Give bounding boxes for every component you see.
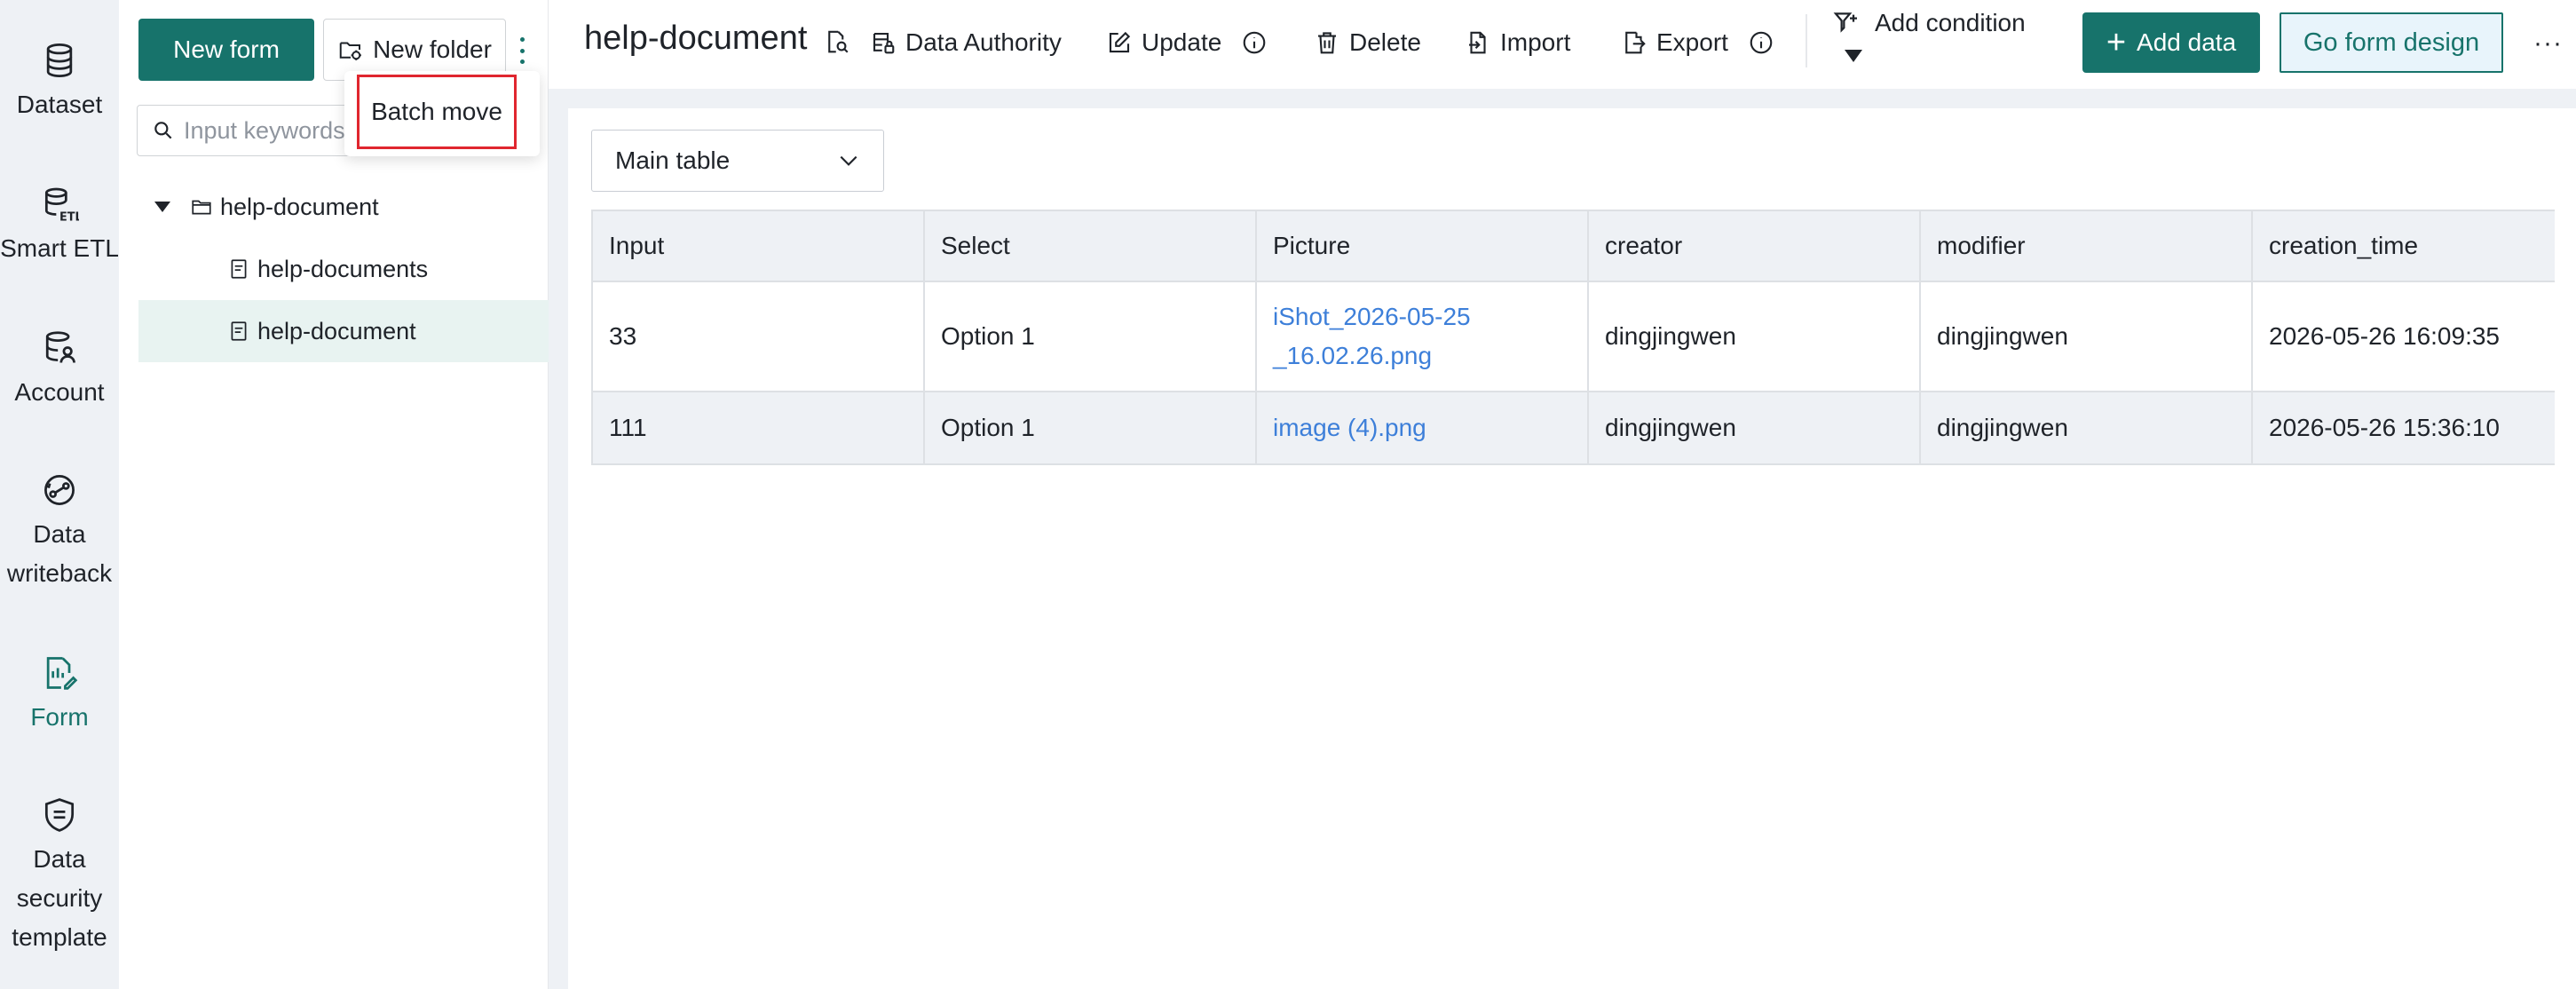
- info-icon[interactable]: [1748, 29, 1774, 56]
- add-data-label: Add data: [2137, 28, 2237, 56]
- import-button[interactable]: Import: [1465, 25, 1570, 60]
- add-condition-caret-icon[interactable]: [1845, 50, 1862, 62]
- update-label: Update: [1142, 28, 1222, 56]
- column-header[interactable]: creator: [1589, 211, 1921, 281]
- new-form-button[interactable]: New form: [138, 19, 314, 81]
- nav-item-form[interactable]: Form: [0, 653, 119, 737]
- top-toolbar: help-document Data Authority Update Dele…: [549, 0, 2576, 89]
- left-nav: Dataset ETL Smart ETL Account: [0, 0, 119, 989]
- caret-down-icon[interactable]: [154, 202, 170, 212]
- go-form-design-button[interactable]: Go form design: [2280, 12, 2503, 73]
- nav-label-smart-etl: Smart ETL: [0, 234, 119, 262]
- more-horizontal-icon[interactable]: ···: [2533, 28, 2563, 59]
- folder-settings-icon: [339, 42, 361, 60]
- nav-label-form: Form: [30, 703, 89, 731]
- filter-plus-icon: [1833, 12, 1857, 33]
- picture-link[interactable]: iShot_2026-05-25_16.02.26.png: [1257, 282, 1589, 391]
- tree-folder-row[interactable]: help-document: [138, 176, 549, 238]
- more-actions-menu: Batch move: [344, 71, 540, 156]
- trash-icon: [1318, 32, 1336, 54]
- page-title: help-document: [584, 20, 808, 57]
- nav-item-data-writeback[interactable]: Data writeback: [0, 471, 119, 593]
- delete-button[interactable]: Delete: [1314, 25, 1421, 60]
- data-authority-label: Data Authority: [905, 28, 1062, 56]
- add-condition-label: Add condition: [1875, 9, 2026, 36]
- form-file-icon: [231, 321, 247, 341]
- chevron-down-icon: [840, 155, 857, 166]
- import-icon: [1469, 31, 1486, 54]
- tree-item-label: help-documents: [257, 255, 429, 282]
- picture-link[interactable]: image (4).png: [1257, 392, 1589, 463]
- export-label: Export: [1656, 28, 1728, 56]
- form-file-icon: [231, 259, 247, 279]
- search-input[interactable]: [184, 116, 352, 145]
- table-cell: Option 1: [925, 282, 1257, 391]
- update-button[interactable]: Update: [1106, 25, 1268, 60]
- etl-icon: ETL: [44, 187, 79, 224]
- toolbar-divider: [1806, 14, 1807, 67]
- database-lock-icon: [873, 32, 895, 54]
- more-vertical-icon[interactable]: [513, 37, 531, 64]
- app-root: Dataset ETL Smart ETL Account: [0, 0, 2576, 989]
- writeback-icon: [44, 475, 75, 505]
- table-row[interactable]: 111 Option 1 image (4).png dingjingwen d…: [593, 392, 2555, 463]
- nav-item-account[interactable]: Account: [0, 328, 119, 412]
- doc-search-icon[interactable]: [824, 28, 850, 55]
- table-cell: 2026-05-26 15:36:10: [2269, 414, 2500, 441]
- table-cell: dingjingwen: [1589, 392, 1921, 463]
- table-selector[interactable]: Main table: [591, 130, 884, 192]
- svg-text:ETL: ETL: [59, 210, 79, 224]
- tree-item-help-documents[interactable]: help-documents: [138, 238, 549, 300]
- column-header[interactable]: Picture: [1257, 211, 1589, 281]
- nav-label-data-writeback: Data writeback: [2, 515, 117, 593]
- folder-icon: [192, 200, 211, 215]
- table-cell: Option 1: [925, 392, 1257, 463]
- nav-label-data-writeback-text: Data writeback: [6, 520, 113, 587]
- nav-label-account: Account: [14, 378, 105, 406]
- tree-item-label: help-document: [257, 317, 416, 344]
- new-folder-label: New folder: [373, 36, 492, 63]
- import-label: Import: [1500, 28, 1571, 56]
- table-cell: 2026-05-26 16:09:35: [2269, 322, 2500, 350]
- nav-item-dataset[interactable]: Dataset: [0, 41, 119, 124]
- table-cell: dingjingwen: [1921, 282, 2253, 391]
- form-icon: [46, 657, 78, 690]
- info-icon[interactable]: [1241, 29, 1268, 56]
- database-icon: [46, 44, 73, 77]
- shield-template-icon: [44, 798, 75, 832]
- picture-link-text[interactable]: iShot_2026-05-25_16.02.26.png: [1273, 297, 1477, 376]
- table-header-row: Input Select Picture creator modifier cr…: [593, 211, 2555, 282]
- account-database-icon: [45, 331, 75, 363]
- delete-label: Delete: [1349, 28, 1421, 56]
- column-header[interactable]: creation_time: [2253, 211, 2556, 281]
- plus-icon: +: [2106, 24, 2127, 61]
- export-icon: [1625, 31, 1646, 54]
- form-data-panel: Main table Input Select Picture creator …: [568, 108, 2576, 989]
- tree-folder-label: help-document: [220, 193, 379, 220]
- data-authority-button[interactable]: Data Authority: [870, 25, 1062, 60]
- batch-move-menu-item[interactable]: Batch move: [357, 75, 517, 149]
- add-condition-button[interactable]: Add condition: [1832, 9, 2026, 37]
- table-cell: 33: [593, 282, 925, 391]
- nav-item-smart-etl[interactable]: ETL Smart ETL: [0, 185, 119, 268]
- nav-label-data-security-template: Data security template: [6, 840, 113, 957]
- table-row[interactable]: 33 Option 1 iShot_2026-05-25_16.02.26.pn…: [593, 282, 2555, 392]
- nav-label-data-security-template-text: Data security template: [12, 845, 107, 951]
- table-cell: dingjingwen: [1589, 282, 1921, 391]
- tree-item-help-document[interactable]: help-document: [138, 300, 549, 362]
- nav-label-dataset: Dataset: [16, 91, 103, 118]
- edit-icon: [1109, 31, 1131, 53]
- add-data-button[interactable]: + Add data: [2082, 12, 2260, 73]
- tree-search[interactable]: [137, 105, 367, 156]
- data-table: Input Select Picture creator modifier cr…: [591, 210, 2555, 465]
- table-cell: 111: [593, 392, 925, 463]
- column-header[interactable]: Input: [593, 211, 925, 281]
- export-button[interactable]: Export: [1621, 25, 1774, 60]
- column-header[interactable]: Select: [925, 211, 1257, 281]
- nav-item-data-security-template[interactable]: Data security template: [0, 795, 119, 957]
- table-cell: dingjingwen: [1921, 392, 2253, 463]
- search-icon: [154, 122, 172, 139]
- column-header[interactable]: modifier: [1921, 211, 2253, 281]
- table-selector-value: Main table: [615, 146, 731, 174]
